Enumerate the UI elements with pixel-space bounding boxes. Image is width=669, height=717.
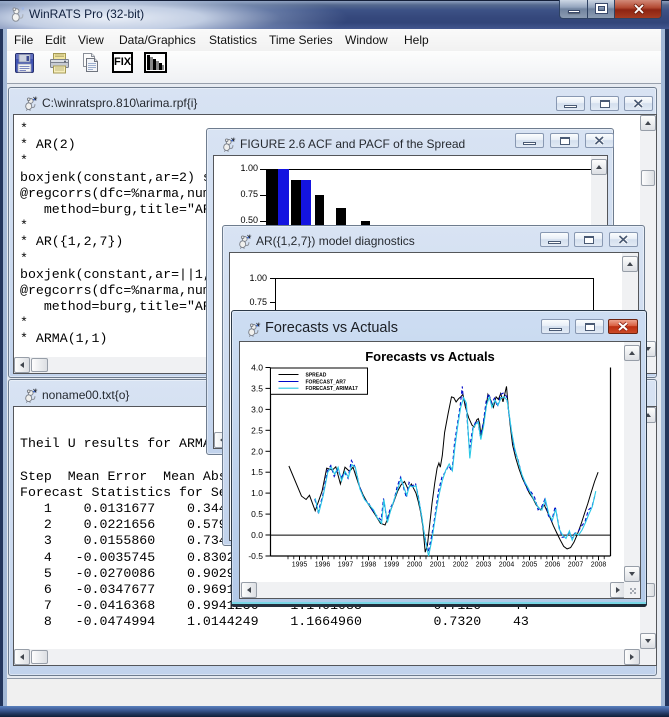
svg-text:FORECAST_AR7: FORECAST_AR7	[306, 380, 347, 386]
svg-text:FORECAST_ARIMA17: FORECAST_ARIMA17	[306, 386, 358, 392]
svg-text:2007: 2007	[568, 562, 584, 569]
svg-text:Forecasts vs Actuals: Forecasts vs Actuals	[365, 349, 495, 364]
svg-text:3.0: 3.0	[251, 404, 263, 414]
svg-text:2000: 2000	[407, 562, 423, 569]
svg-text:1.5: 1.5	[251, 467, 263, 477]
svg-text:2004: 2004	[499, 562, 515, 569]
svg-text:2005: 2005	[522, 562, 538, 569]
svg-text:1998: 1998	[361, 562, 377, 569]
svg-text:1.0: 1.0	[251, 488, 263, 498]
svg-text:2001: 2001	[430, 562, 446, 569]
svg-text:4.0: 4.0	[251, 363, 263, 373]
svg-text:0.0: 0.0	[251, 530, 263, 540]
svg-text:2008: 2008	[591, 562, 607, 569]
svg-text:1995: 1995	[292, 562, 308, 569]
svg-text:2006: 2006	[545, 562, 561, 569]
svg-text:SPREAD: SPREAD	[306, 373, 327, 379]
svg-text:1999: 1999	[384, 562, 400, 569]
svg-text:2002: 2002	[453, 562, 469, 569]
svg-text:2003: 2003	[476, 562, 492, 569]
svg-text:2.5: 2.5	[251, 425, 263, 435]
svg-text:-0.5: -0.5	[248, 551, 263, 561]
svg-text:1997: 1997	[338, 562, 354, 569]
svg-text:1996: 1996	[315, 562, 331, 569]
svg-text:2.0: 2.0	[251, 446, 263, 456]
svg-text:0.5: 0.5	[251, 509, 263, 519]
svg-text:3.5: 3.5	[251, 383, 263, 393]
